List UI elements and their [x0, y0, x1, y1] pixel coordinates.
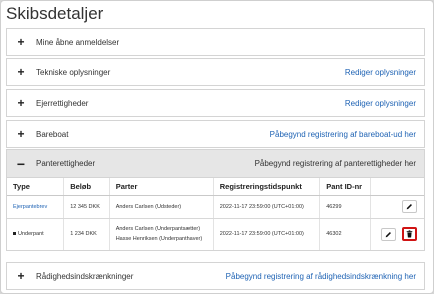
section-bareboat: + Bareboat Påbegynd registrering af bare… — [6, 120, 425, 148]
pencil-icon — [406, 204, 412, 210]
section-title: Panterettigheder — [36, 159, 96, 168]
mortgage-table: Type Beløb Parter Registreringstidspunkt… — [7, 178, 424, 250]
section-raadighedsindskraenkninger: + Rådighedsindskrænkninger Påbegynd regi… — [6, 262, 425, 290]
plus-icon: + — [17, 127, 25, 141]
edit-button[interactable] — [381, 227, 397, 241]
section-title: Bareboat — [36, 129, 69, 139]
mortgage-type-link[interactable]: Ejerpantebrev — [7, 195, 65, 219]
plus-icon: + — [17, 269, 25, 283]
section-header-raadighedsindskraenkninger[interactable]: + Rådighedsindskrænkninger Påbegynd regi… — [7, 263, 424, 289]
section-mine-aabne-anmeldelser: + Mine åbne anmeldelser — [6, 28, 425, 56]
mortgage-type: Underpant — [7, 218, 65, 250]
party-name: Anders Carlsen (Udsteder) — [115, 203, 182, 210]
column-header-amount: Beløb — [63, 178, 110, 196]
start-restriction-registration-link[interactable]: Påbegynd registrering af rådighedsindskr… — [226, 272, 416, 281]
section-title: Tekniske oplysninger — [36, 67, 111, 77]
edit-ownership-link[interactable]: Rediger oplysninger — [345, 99, 416, 108]
party-name: Anders Carlsen (Underpantsætter) — [115, 226, 201, 233]
column-header-type: Type — [7, 178, 65, 196]
edit-technical-info-link[interactable]: Rediger oplysninger — [345, 68, 416, 77]
section-header-panterettigheder[interactable]: − Panterettigheder Påbegynd registrering… — [7, 150, 424, 178]
mortgage-amount: 12 345 DKK — [63, 195, 110, 219]
pencil-icon — [386, 231, 392, 238]
plus-icon: + — [17, 96, 25, 110]
row-actions — [370, 195, 424, 219]
section-title: Mine åbne anmeldelser — [36, 37, 120, 47]
mortgage-registered: 2022-11-17 23:59:00 (UTC+01:00) — [213, 218, 321, 250]
plus-icon: + — [17, 65, 25, 79]
column-header-pant-id: Pant ID-nr — [319, 178, 372, 196]
start-mortgage-registration-link[interactable]: Påbegynd registrering af panterettighede… — [255, 159, 416, 168]
party-name: Hasse Henriksen (Underpanthaver) — [115, 236, 203, 243]
mortgage-registered: 2022-11-17 23:59:00 (UTC+01:00) — [213, 195, 321, 219]
bullet-icon — [13, 232, 16, 236]
table-row: Ejerpantebrev 12 345 DKK Anders Carlsen … — [7, 195, 424, 219]
mortgage-amount: 1 234 DKK — [63, 218, 110, 250]
section-panterettigheder: − Panterettigheder Påbegynd registrering… — [6, 149, 425, 251]
start-bareboat-registration-link[interactable]: Påbegynd registrering af bareboat-ud her — [270, 130, 416, 139]
table-row: Underpant 1 234 DKK Anders Carlsen (Unde… — [7, 218, 424, 250]
column-header-actions — [370, 178, 424, 196]
mortgage-parties: Anders Carlsen (Underpantsætter) Hasse H… — [109, 218, 214, 250]
mortgage-pant-id: 46302 — [319, 218, 372, 250]
row-actions — [371, 218, 424, 250]
section-ejerrettigheder: + Ejerrettigheder Rediger oplysninger — [6, 89, 425, 117]
section-title: Ejerrettigheder — [36, 98, 89, 108]
section-tekniske-oplysninger: + Tekniske oplysninger Rediger oplysning… — [6, 58, 425, 86]
section-header-tekniske-oplysninger[interactable]: + Tekniske oplysninger Rediger oplysning… — [7, 59, 424, 85]
mortgage-pant-id: 46299 — [319, 195, 372, 219]
mortgage-parties: Anders Carlsen (Udsteder) — [109, 195, 214, 219]
delete-button[interactable] — [402, 227, 417, 242]
column-header-parties: Parter — [109, 178, 214, 196]
section-header-ejerrettigheder[interactable]: + Ejerrettigheder Rediger oplysninger — [7, 90, 424, 116]
section-header-bareboat[interactable]: + Bareboat Påbegynd registrering af bare… — [7, 121, 424, 147]
column-header-registered: Registreringstidspunkt — [213, 178, 321, 196]
table-header-row: Type Beløb Parter Registreringstidspunkt… — [7, 178, 424, 196]
ship-details-panel: Skibsdetaljer + Mine åbne anmeldelser + … — [0, 0, 434, 294]
trash-icon — [406, 230, 413, 238]
mortgage-type-label: Underpant — [18, 231, 44, 238]
section-header-mine-aabne-anmeldelser[interactable]: + Mine åbne anmeldelser — [7, 29, 424, 55]
section-title: Rådighedsindskrænkninger — [36, 271, 134, 281]
edit-button[interactable] — [402, 200, 417, 213]
page-title: Skibsdetaljer — [6, 4, 104, 23]
plus-icon: + — [17, 35, 25, 49]
minus-icon: − — [16, 155, 26, 172]
